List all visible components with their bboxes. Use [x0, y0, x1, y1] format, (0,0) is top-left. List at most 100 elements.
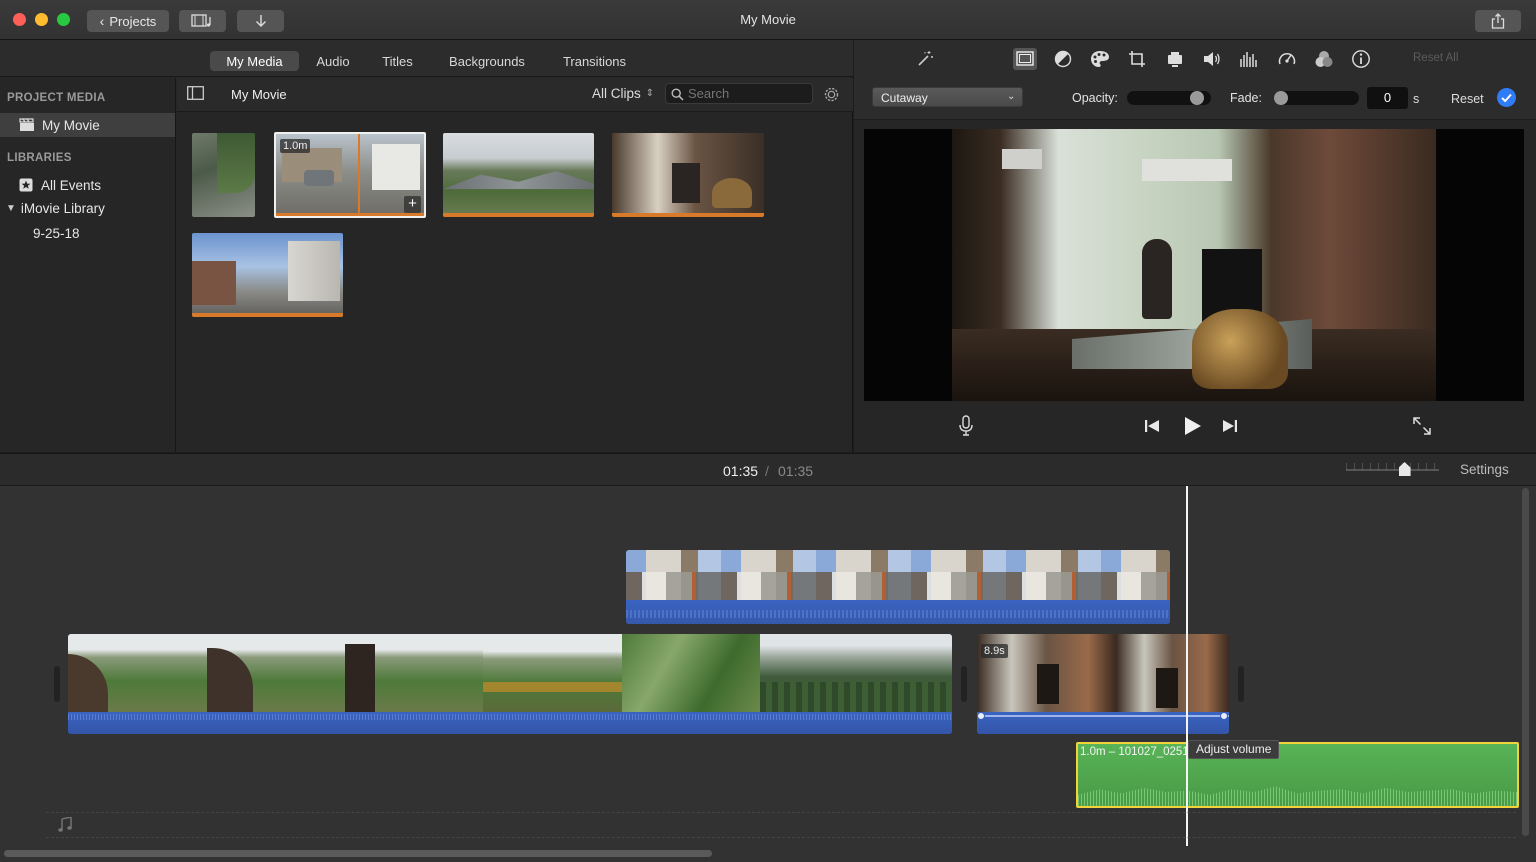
fade-slider[interactable]: [1274, 91, 1359, 105]
sidebar-item-label: iMovie Library: [20, 200, 105, 216]
browser-title: My Movie: [231, 87, 287, 102]
sidebar-item-label: My Movie: [42, 117, 100, 133]
skip-forward-button[interactable]: [1218, 416, 1242, 436]
checkmark-icon: [1501, 93, 1512, 103]
search-icon: [671, 88, 684, 101]
reset-button[interactable]: Reset: [1451, 92, 1484, 106]
media-clip-5[interactable]: [192, 233, 343, 317]
time-separator: /: [765, 463, 769, 479]
tab-my-media[interactable]: My Media: [210, 51, 299, 71]
magic-wand-icon[interactable]: [913, 48, 937, 70]
fade-duration-field[interactable]: 0: [1367, 87, 1408, 109]
timeline-settings-button[interactable]: Settings: [1460, 462, 1509, 477]
timeline-header: 01:35 / 01:35 Settings: [0, 453, 1536, 486]
microphone-icon: [959, 415, 973, 436]
media-clip-2-selected[interactable]: 1.0m +: [274, 132, 426, 218]
storyline-clip-cafe[interactable]: 8.9s: [977, 634, 1229, 734]
skip-forward-icon: [1223, 420, 1237, 432]
tab-audio[interactable]: Audio: [308, 51, 358, 71]
up-down-chevron-icon: ⇕: [645, 88, 655, 99]
audio-clip-title: 1.0m – 101027_0251: [1080, 746, 1189, 758]
video-overlay-icon[interactable]: [1013, 48, 1037, 70]
title-bar: ‹ Projects My Movie: [0, 0, 1536, 40]
skip-back-icon: [1145, 420, 1159, 432]
skip-back-button[interactable]: [1140, 416, 1164, 436]
vertical-scrollbar[interactable]: [1522, 488, 1529, 836]
music-note-icon: [58, 817, 72, 832]
tab-backgrounds[interactable]: Backgrounds: [440, 51, 534, 71]
zoom-slider[interactable]: [1346, 462, 1439, 476]
sidebar-item-all-events[interactable]: All Events: [0, 173, 175, 197]
add-clip-button[interactable]: +: [404, 196, 421, 213]
clip-duration-badge: 1.0m: [280, 139, 311, 153]
storyline-clip-alaska[interactable]: [68, 634, 952, 734]
storyline-end-handle[interactable]: [1238, 666, 1244, 702]
search-field[interactable]: [665, 83, 813, 104]
tab-transitions[interactable]: Transitions: [552, 51, 637, 71]
media-browser: My Media Audio Titles Backgrounds Transi…: [0, 40, 853, 452]
media-clip-3[interactable]: [443, 133, 594, 217]
adjustments-toolbar: Reset All: [854, 40, 1536, 78]
fade-in-handle[interactable]: [977, 712, 985, 720]
fade-unit: s: [1413, 92, 1420, 106]
fade-slider-knob[interactable]: [1274, 91, 1288, 105]
crop-icon[interactable]: [1125, 48, 1149, 70]
media-tabs: My Media Audio Titles Backgrounds Transi…: [0, 40, 853, 77]
info-icon[interactable]: [1349, 48, 1373, 70]
star-box-icon: [19, 178, 33, 192]
voiceover-button[interactable]: [956, 414, 976, 438]
storyline-start-handle[interactable]: [54, 666, 60, 702]
chevron-down-icon: ⌄: [1007, 91, 1016, 102]
media-clip-4[interactable]: [612, 133, 764, 217]
share-icon: [1491, 13, 1505, 29]
equalizer-icon[interactable]: [1237, 48, 1261, 70]
sidebar-item-imovie-library[interactable]: ▼ iMovie Library: [0, 196, 175, 220]
disclosure-triangle-icon[interactable]: ▼: [6, 203, 16, 214]
speed-gauge-icon[interactable]: [1275, 48, 1299, 70]
overlay-mode-select[interactable]: Cutaway ⌄: [872, 87, 1023, 107]
overlay-mode-value: Cutaway: [881, 91, 928, 105]
color-palette-icon[interactable]: [1088, 48, 1112, 70]
clip-filter-select[interactable]: All Clips ⇕: [592, 86, 654, 101]
expand-arrows-icon: [1413, 417, 1431, 435]
gap-handle[interactable]: [961, 666, 967, 702]
sidebar-icon: [187, 86, 204, 100]
sidebar-item-event[interactable]: 9-25-18: [0, 221, 175, 245]
opacity-slider-knob[interactable]: [1190, 91, 1204, 105]
video-preview[interactable]: [864, 129, 1524, 401]
volume-icon[interactable]: [1200, 48, 1224, 70]
sidebar-item-my-movie[interactable]: My Movie: [0, 113, 175, 137]
toggle-sidebar-button[interactable]: [187, 86, 204, 105]
total-time: 01:35: [778, 463, 814, 479]
stabilization-camera-icon[interactable]: [1163, 48, 1187, 70]
gear-icon: [824, 87, 839, 102]
timeline[interactable]: 8.9s 1.0m – 101027_0251 Adjust volume: [0, 486, 1536, 862]
reset-all-button[interactable]: Reset All: [1413, 52, 1458, 64]
sidebar-item-label: All Events: [41, 177, 102, 193]
share-button[interactable]: [1475, 10, 1521, 32]
viewer: Reset All Cutaway ⌄ Opacity: Fade: 0 s R…: [854, 40, 1536, 452]
clapperboard-icon: [19, 118, 34, 131]
browser-header: My Movie All Clips ⇕: [177, 78, 853, 112]
window-title: My Movie: [740, 12, 796, 27]
tab-titles[interactable]: Titles: [370, 51, 425, 71]
search-input[interactable]: [688, 85, 808, 102]
apply-checkmark-button[interactable]: [1497, 88, 1516, 107]
libraries-heading: LIBRARIES: [7, 152, 72, 164]
browser-settings-button[interactable]: [822, 85, 841, 109]
cutaway-clip[interactable]: [626, 550, 1170, 624]
audio-clip[interactable]: 1.0m – 101027_0251: [1076, 742, 1519, 808]
background-music-well[interactable]: [46, 812, 1516, 838]
color-balance-icon[interactable]: [1051, 48, 1075, 70]
fade-out-handle[interactable]: [1220, 712, 1228, 720]
opacity-label: Opacity:: [1072, 91, 1118, 105]
play-button[interactable]: [1178, 413, 1206, 439]
media-clip-1[interactable]: [192, 133, 255, 217]
playhead[interactable]: [1186, 486, 1188, 846]
fullscreen-button[interactable]: [1410, 415, 1434, 437]
clip-filter-icon[interactable]: [1312, 48, 1336, 70]
horizontal-scrollbar[interactable]: [4, 850, 712, 857]
current-time: 01:35: [723, 463, 759, 479]
opacity-slider[interactable]: [1127, 91, 1211, 105]
play-icon: [1185, 417, 1201, 435]
